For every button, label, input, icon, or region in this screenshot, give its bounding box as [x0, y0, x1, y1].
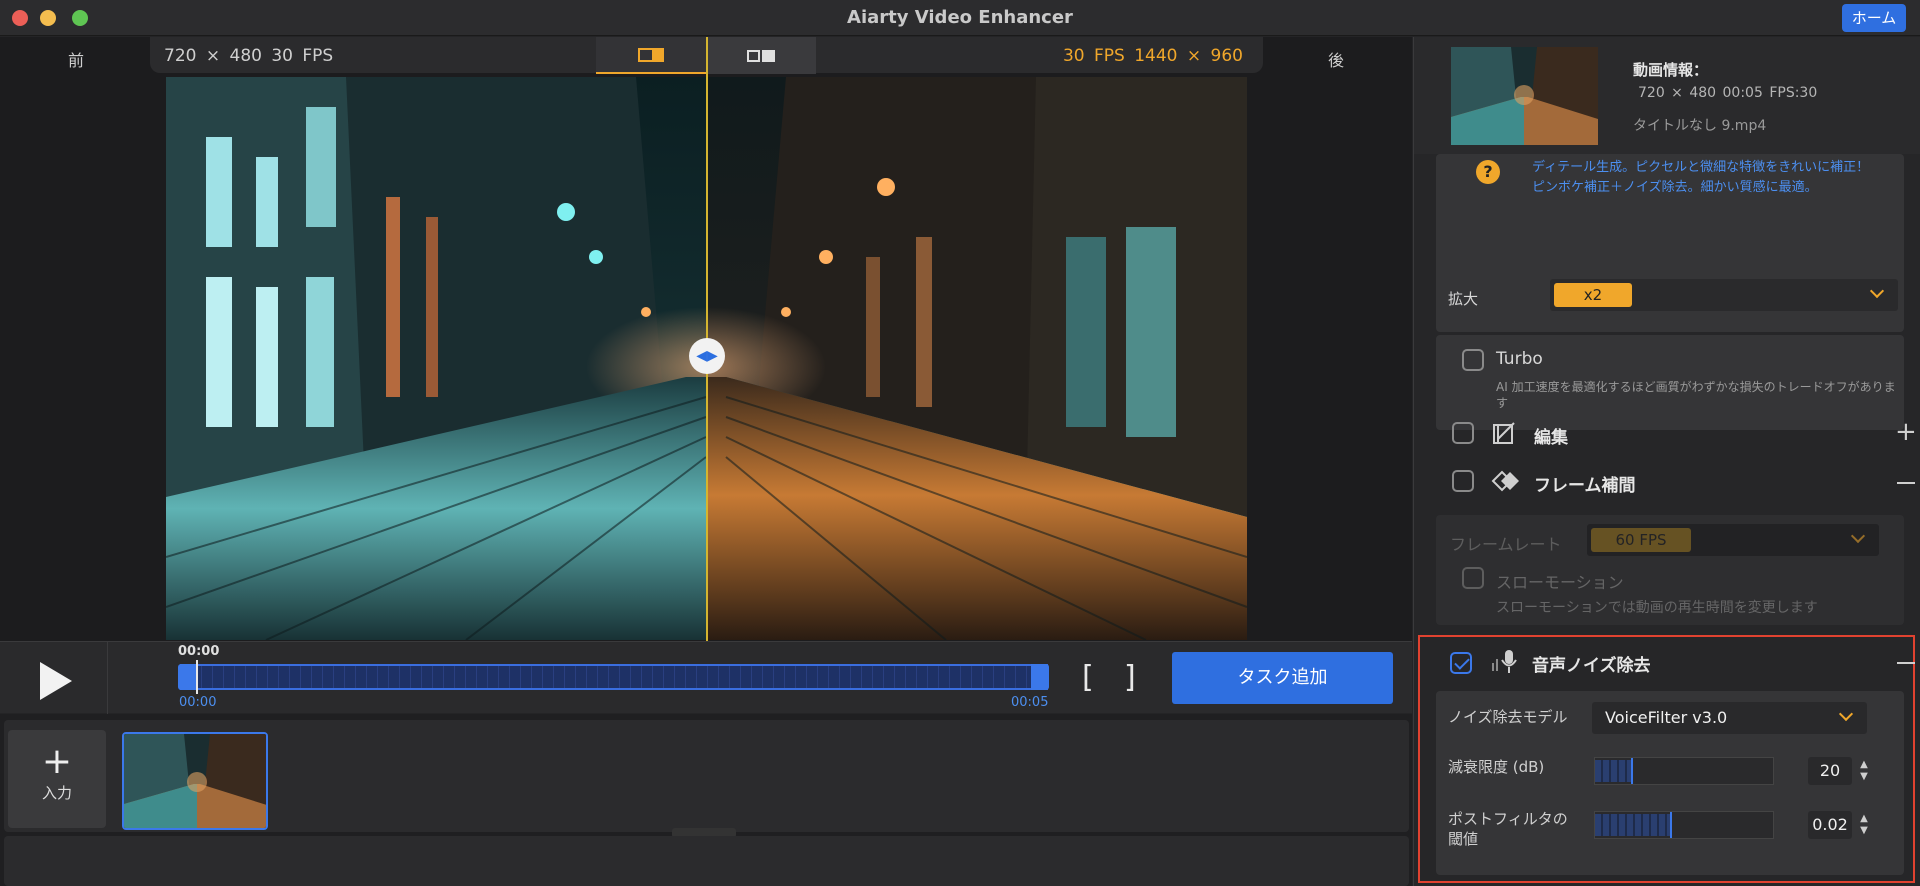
home-button[interactable]: ホーム	[1842, 4, 1906, 32]
denoise-model-value: VoiceFilter v3.0	[1605, 708, 1728, 727]
help-icon[interactable]: ?	[1476, 160, 1500, 184]
split-view-icon	[638, 47, 664, 62]
slow-motion-description: スローモーションでは動画の再生時間を変更します	[1496, 600, 1818, 616]
edit-icon	[1493, 422, 1515, 444]
queue-panel: + 入力	[4, 720, 1409, 832]
zoom-select[interactable]: x2	[1550, 279, 1898, 311]
trim-end-handle[interactable]	[1031, 664, 1049, 690]
slow-motion-checkbox[interactable]	[1462, 567, 1484, 589]
set-in-point-icon[interactable]: [	[1082, 663, 1094, 693]
attenuation-stepper-icon[interactable]: ▲ ▼	[1858, 759, 1870, 783]
frame-rate-label: フレームレート	[1450, 535, 1562, 554]
playhead[interactable]	[196, 660, 198, 694]
post-filter-fill	[1595, 814, 1670, 836]
app-window: Aiarty Video Enhancer ホーム 前 後 720 × 480 …	[0, 0, 1920, 886]
post-filter-slider[interactable]	[1594, 811, 1774, 839]
settings-panel: 動画情報： 720 × 480 00:05 FPS:30 タイトルなし 9.mp…	[1413, 37, 1920, 886]
app-title: Aiarty Video Enhancer	[847, 7, 1073, 28]
before-label: 前	[68, 51, 85, 70]
edit-title: 編集	[1534, 428, 1568, 448]
queue-lower-panel	[4, 836, 1409, 886]
attenuation-thumb[interactable]	[1631, 758, 1633, 784]
playback-bar: 00:00 00:00 00:05 [ ] タスク追加	[0, 641, 1412, 714]
split-arrows-icon: ◀▶	[696, 348, 718, 364]
post-filter-stepper-icon[interactable]: ▲ ▼	[1858, 813, 1870, 837]
video-info: 動画情報： 720 × 480 00:05 FPS:30 タイトルなし 9.mp…	[1414, 37, 1920, 154]
enhance-model-card: ? ディテール生成。ピクセルと微細な特徴をきれいに補正！ ピンボケ補正＋ノイズ除…	[1436, 154, 1904, 332]
source-info: 720 × 480 30 FPS	[164, 46, 334, 66]
add-input-button[interactable]: + 入力	[8, 730, 106, 828]
add-input-label: 入力	[41, 784, 72, 802]
turbo-checkbox[interactable]	[1462, 349, 1484, 371]
slow-motion-label: スローモーション	[1496, 573, 1624, 592]
frame-interp-title: フレーム補間	[1534, 476, 1636, 496]
collapse-audio-denoise-icon[interactable]	[1897, 662, 1915, 664]
queue-thumbnail-image	[124, 734, 266, 828]
model-description-line2: ピンボケ補正＋ノイズ除去。細かい質感に最適。	[1532, 180, 1818, 195]
title-bar: Aiarty Video Enhancer ホーム	[0, 0, 1920, 36]
play-icon[interactable]	[40, 662, 72, 700]
video-filename: タイトルなし 9.mp4	[1633, 118, 1767, 134]
frame-interp-icon	[1491, 470, 1519, 492]
audio-denoise-checkbox[interactable]	[1450, 652, 1472, 674]
attenuation-fill	[1595, 760, 1631, 782]
preview-area: 前 後 720 × 480 30 FPS 30 FPS 1440 × 960 ◀…	[0, 37, 1412, 641]
attenuation-value[interactable]: 20	[1808, 757, 1852, 785]
turbo-label: Turbo	[1496, 349, 1543, 369]
add-task-button[interactable]: タスク追加	[1172, 652, 1393, 704]
output-info: 30 FPS 1440 × 960	[1062, 46, 1243, 66]
current-time: 00:00	[178, 644, 220, 659]
timeline-track[interactable]	[180, 664, 1048, 690]
split-view-button[interactable]	[596, 37, 706, 74]
chevron-down-icon	[1850, 528, 1866, 544]
turbo-description: AI 加工速度を最適化するほど画質がわずかな損失のトレードオフがあります	[1496, 380, 1896, 410]
post-filter-label-line1: ポストフィルタの	[1448, 810, 1568, 828]
zoom-label: 拡大	[1448, 290, 1479, 308]
attenuation-label: 減衰限度 (dB)	[1448, 758, 1545, 776]
edit-checkbox[interactable]	[1452, 422, 1474, 444]
trim-end-time: 00:05	[1011, 695, 1049, 710]
frame-interp-checkbox[interactable]	[1452, 470, 1474, 492]
video-info-title: 動画情報：	[1633, 61, 1709, 79]
trim-start-time: 00:00	[179, 695, 217, 710]
expand-edit-icon[interactable]: +	[1895, 419, 1917, 445]
zoom-value: x2	[1554, 283, 1632, 307]
denoise-model-select[interactable]: VoiceFilter v3.0	[1592, 702, 1867, 734]
side-by-side-icon	[747, 49, 775, 62]
chevron-down-icon	[1869, 283, 1885, 299]
chevron-down-icon	[1838, 706, 1854, 722]
attenuation-slider[interactable]	[1594, 757, 1774, 785]
model-description-line1: ディテール生成。ピクセルと微細な特徴をきれいに補正！	[1532, 160, 1870, 175]
turbo-card: Turbo AI 加工速度を最適化するほど画質がわずかな損失のトレードオフがあり…	[1436, 335, 1904, 430]
denoise-model-label: ノイズ除去モデル	[1448, 708, 1568, 726]
post-filter-label-line2: 閾値	[1448, 830, 1479, 848]
side-by-side-button[interactable]	[706, 37, 816, 74]
after-label: 後	[1328, 51, 1345, 70]
video-info-thumbnail	[1451, 47, 1598, 145]
post-filter-value[interactable]: 0.02	[1808, 811, 1852, 839]
audio-denoise-section: 音声ノイズ除去 ノイズ除去モデル VoiceFilter v3.0 減衰限度 (…	[1418, 635, 1915, 883]
queue-area: + 入力	[0, 714, 1412, 886]
trim-start-handle[interactable]	[178, 664, 196, 690]
play-area	[0, 642, 108, 714]
frame-rate-select[interactable]: 60 FPS	[1587, 524, 1879, 556]
frame-rate-value: 60 FPS	[1591, 528, 1691, 552]
post-filter-label: ポストフィルタの 閾値	[1448, 809, 1568, 849]
audio-denoise-title: 音声ノイズ除去	[1532, 656, 1651, 676]
collapse-frame-interp-icon[interactable]	[1897, 482, 1915, 484]
audio-denoise-card: ノイズ除去モデル VoiceFilter v3.0 減衰限度 (dB) 20 ▲…	[1436, 691, 1904, 875]
video-info-spec: 720 × 480 00:05 FPS:30	[1638, 85, 1818, 101]
set-out-point-icon[interactable]: ]	[1124, 663, 1136, 693]
microphone-icon	[1492, 650, 1517, 673]
compare-split-handle[interactable]: ◀▶	[689, 338, 725, 374]
queue-thumbnail[interactable]	[122, 732, 268, 830]
model-description: ディテール生成。ピクセルと微細な特徴をきれいに補正！ ピンボケ補正＋ノイズ除去。…	[1532, 158, 1869, 198]
frame-interp-card: フレームレート 60 FPS スローモーション スローモーションでは動画の再生時…	[1436, 515, 1904, 625]
post-filter-thumb[interactable]	[1670, 812, 1672, 838]
plus-icon: +	[41, 741, 73, 782]
